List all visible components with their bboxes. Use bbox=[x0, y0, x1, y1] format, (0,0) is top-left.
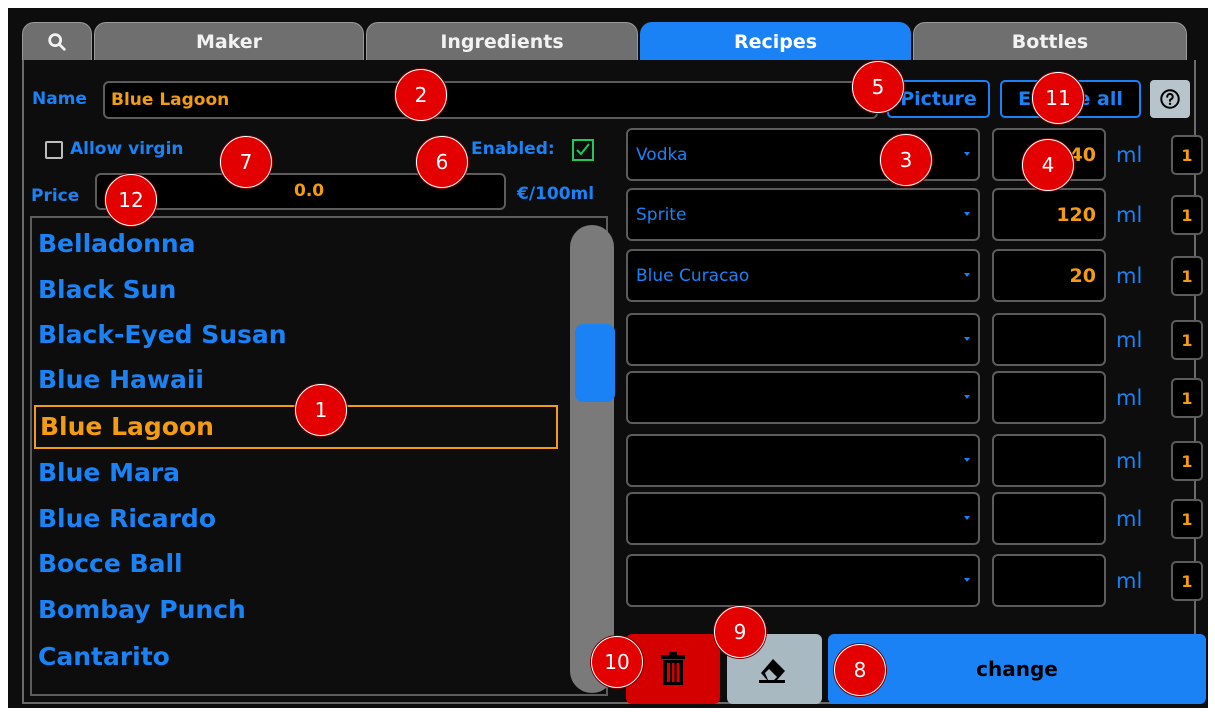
allow-virgin-label: Allow virgin bbox=[70, 139, 184, 159]
recipe-name-input[interactable]: Blue Lagoon bbox=[103, 81, 878, 119]
hand-add-field[interactable]: 1 bbox=[1171, 256, 1203, 296]
tab-bottles[interactable]: Bottles bbox=[913, 22, 1187, 60]
trash-icon bbox=[661, 652, 685, 685]
marker-badge: 6 bbox=[416, 136, 468, 188]
hand-add-field[interactable]: 1 bbox=[1171, 378, 1203, 418]
scrollbar-track[interactable] bbox=[570, 225, 614, 693]
list-item[interactable]: Black-Eyed Susan bbox=[36, 313, 556, 357]
unit-label: ml bbox=[1116, 263, 1143, 288]
price-value: 0.0 bbox=[294, 181, 325, 201]
ingredient-name: Vodka bbox=[636, 144, 688, 165]
help-button[interactable] bbox=[1150, 80, 1190, 118]
unit-label: ml bbox=[1116, 142, 1143, 167]
dropdown-arrow-icon bbox=[964, 337, 970, 341]
list-item[interactable]: Belladonna bbox=[36, 222, 556, 266]
unit-label: ml bbox=[1116, 568, 1143, 593]
dropdown-arrow-icon bbox=[964, 458, 970, 462]
amount-input[interactable] bbox=[992, 371, 1106, 424]
tab-search[interactable] bbox=[22, 22, 92, 60]
unit-label: ml bbox=[1116, 327, 1143, 352]
list-item[interactable]: Blue Hawaii bbox=[36, 358, 556, 402]
unit-label: ml bbox=[1116, 202, 1143, 227]
enabled-checkbox[interactable] bbox=[572, 139, 594, 161]
list-item[interactable]: Black Sun bbox=[36, 268, 556, 312]
hand-add-field[interactable]: 1 bbox=[1171, 135, 1203, 175]
marker-badge: 2 bbox=[395, 69, 447, 121]
amount-input[interactable] bbox=[992, 313, 1106, 366]
list-item[interactable]: Bombay Punch bbox=[36, 588, 556, 632]
hand-add-field[interactable]: 1 bbox=[1171, 441, 1203, 481]
list-item[interactable]: Blue Mara bbox=[36, 451, 556, 495]
marker-badge: 8 bbox=[834, 644, 886, 696]
amount-input[interactable]: 120 bbox=[992, 188, 1106, 241]
list-item[interactable]: Blue Ricardo bbox=[36, 497, 556, 541]
dropdown-arrow-icon bbox=[964, 516, 970, 520]
marker-badge: 12 bbox=[105, 174, 157, 226]
scrollbar-thumb[interactable] bbox=[575, 324, 615, 402]
hand-add-field[interactable]: 1 bbox=[1171, 561, 1203, 601]
unit-label: ml bbox=[1116, 385, 1143, 410]
price-unit: €/100ml bbox=[517, 184, 595, 204]
recipes-app-window: Maker Ingredients Recipes Bottles Name B… bbox=[8, 8, 1208, 708]
unit-label: ml bbox=[1116, 448, 1143, 473]
ingredient-select[interactable]: Sprite bbox=[626, 188, 980, 241]
marker-badge: 3 bbox=[880, 134, 932, 186]
marker-badge: 7 bbox=[220, 136, 272, 188]
dropdown-arrow-icon bbox=[964, 273, 970, 277]
dropdown-arrow-icon bbox=[964, 152, 970, 156]
ingredient-select[interactable] bbox=[626, 434, 980, 487]
recipe-list[interactable]: Belladonna Black Sun Black-Eyed Susan Bl… bbox=[30, 216, 608, 696]
list-item[interactable]: Cantarito bbox=[36, 635, 556, 679]
tab-recipes[interactable]: Recipes bbox=[640, 22, 911, 60]
marker-badge: 5 bbox=[852, 61, 904, 113]
unit-label: ml bbox=[1116, 506, 1143, 531]
amount-input[interactable] bbox=[992, 554, 1106, 607]
price-label: Price bbox=[31, 186, 80, 206]
tab-maker[interactable]: Maker bbox=[94, 22, 364, 60]
hand-add-field[interactable]: 1 bbox=[1171, 320, 1203, 360]
ingredient-select[interactable] bbox=[626, 371, 980, 424]
question-circle-icon bbox=[1160, 89, 1180, 109]
list-item[interactable]: Bocce Ball bbox=[36, 542, 556, 586]
marker-badge: 11 bbox=[1032, 72, 1084, 124]
enabled-label: Enabled: bbox=[471, 139, 555, 159]
ingredient-select[interactable] bbox=[626, 554, 980, 607]
ingredient-select[interactable] bbox=[626, 313, 980, 366]
marker-badge: 9 bbox=[714, 606, 766, 658]
ingredient-name: Sprite bbox=[636, 204, 687, 225]
ingredient-select[interactable]: Blue Curacao bbox=[626, 249, 980, 302]
dropdown-arrow-icon bbox=[964, 212, 970, 216]
magnifier-icon bbox=[48, 32, 66, 51]
recipe-name-value: Blue Lagoon bbox=[111, 90, 230, 110]
marker-badge: 1 bbox=[295, 384, 347, 436]
marker-badge: 4 bbox=[1022, 139, 1074, 191]
ingredient-select[interactable] bbox=[626, 492, 980, 545]
amount-input[interactable] bbox=[992, 492, 1106, 545]
amount-input[interactable]: 20 bbox=[992, 249, 1106, 302]
dropdown-arrow-icon bbox=[964, 578, 970, 582]
allow-virgin-checkbox[interactable] bbox=[45, 141, 63, 159]
eraser-icon bbox=[759, 659, 785, 683]
amount-input[interactable] bbox=[992, 434, 1106, 487]
hand-add-field[interactable]: 1 bbox=[1171, 499, 1203, 539]
tab-ingredients[interactable]: Ingredients bbox=[366, 22, 638, 60]
checkmark-icon bbox=[576, 143, 590, 156]
marker-badge: 10 bbox=[591, 636, 643, 688]
name-label: Name bbox=[32, 89, 87, 109]
ingredient-name: Blue Curacao bbox=[636, 265, 750, 286]
hand-add-field[interactable]: 1 bbox=[1171, 195, 1203, 235]
dropdown-arrow-icon bbox=[964, 395, 970, 399]
